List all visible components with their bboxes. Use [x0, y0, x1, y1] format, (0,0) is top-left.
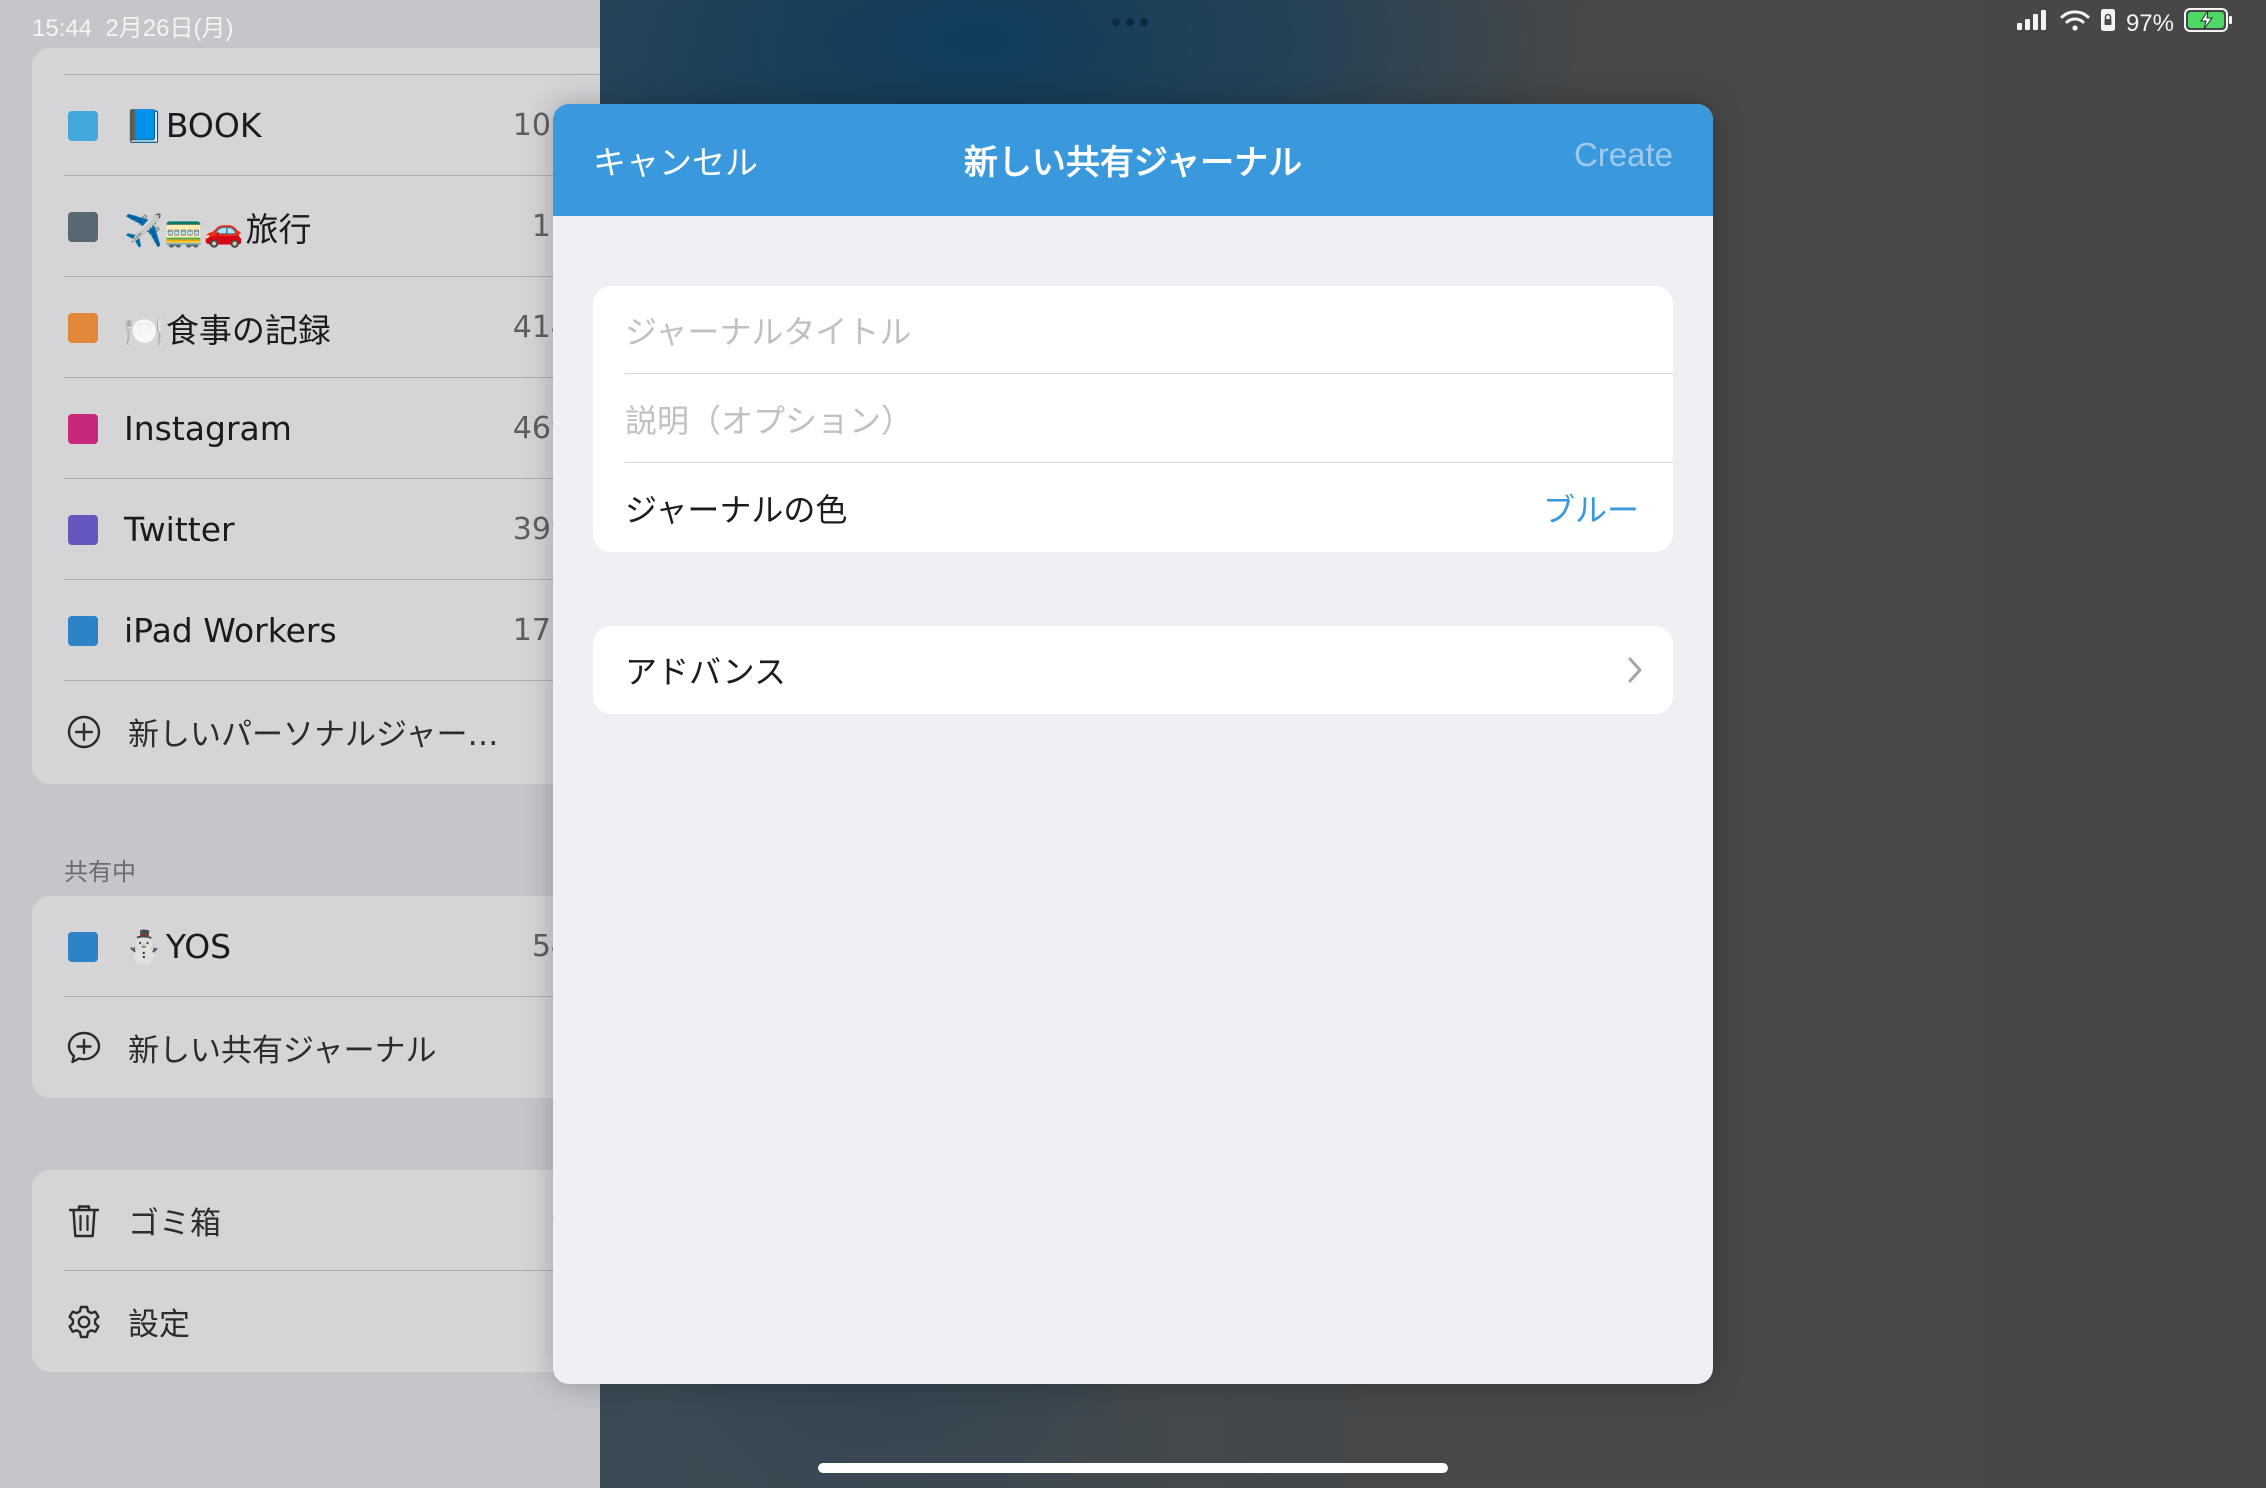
multitasking-dots[interactable] [1112, 18, 1148, 26]
home-indicator[interactable] [818, 1463, 1448, 1473]
trash-label: ゴミ箱 [128, 1206, 221, 1242]
orientation-lock-icon [2100, 8, 2116, 39]
journal-description-field[interactable]: 説明（オプション） [593, 375, 1673, 463]
wifi-icon [2060, 9, 2090, 38]
plate-emoji-icon: 🍽️ [124, 311, 164, 350]
advanced-group: アドバンス [593, 626, 1673, 714]
advanced-row[interactable]: アドバンス [593, 626, 1673, 714]
status-time: 15:44 [32, 15, 93, 42]
journal-color-label: ジャーナルの色 [625, 491, 848, 529]
journal-color-swatch [68, 615, 98, 646]
status-bar-clock: 15:44 2月26日(月) [32, 8, 233, 43]
journal-color-value[interactable]: ブルー [1543, 485, 1639, 531]
settings-row[interactable]: 設定 [32, 1271, 600, 1372]
trash-icon [64, 1201, 104, 1241]
journal-color-swatch [68, 110, 98, 141]
snowman-emoji-icon: ⛄ [124, 928, 164, 966]
battery-charging-icon [2184, 8, 2234, 39]
sheet-navigation-bar: キャンセル 新しい共有ジャーナル Create [553, 104, 1713, 216]
sheet-title: 新しい共有ジャーナル [963, 143, 1303, 183]
journal-row-yos[interactable]: ⛄YOS 54 [32, 896, 600, 997]
journal-description-placeholder: 説明（オプション） [625, 402, 914, 440]
journal-color-swatch [68, 413, 98, 444]
shared-section-header: 共有中 [64, 858, 136, 886]
journal-label: iPad Workers [124, 611, 337, 650]
personal-journals-card: 📘BOOK 108 ✈️🚃🚗旅行 13 🍽️食事の記録 414 Instagra… [32, 48, 600, 784]
plus-circle-icon [64, 712, 104, 752]
journal-label: BOOK [165, 106, 262, 145]
journal-row-twitter[interactable]: Twitter 399 [32, 479, 600, 580]
journal-row-instagram[interactable]: Instagram 469 [32, 378, 600, 479]
shared-journals-card: ⛄YOS 54 新しい共有ジャーナル [32, 896, 600, 1098]
chevron-right-icon [1627, 656, 1643, 688]
journal-label: Instagram [124, 409, 292, 448]
book-emoji-icon: 📘 [124, 107, 164, 145]
journal-color-swatch [68, 514, 98, 545]
new-personal-journal-button[interactable]: 新しいパーソナルジャー… [32, 681, 600, 782]
journal-details-group: ジャーナルタイトル 説明（オプション） ジャーナルの色 ブルー [593, 286, 1673, 552]
journal-row-book[interactable]: 📘BOOK 108 [32, 75, 600, 176]
settings-label: 設定 [128, 1307, 190, 1343]
journal-row-ipad-workers[interactable]: iPad Workers 172 [32, 580, 600, 681]
cellular-signal-icon [2016, 9, 2050, 38]
speech-bubble-plus-icon [64, 1028, 104, 1068]
create-button[interactable]: Create [1574, 136, 1673, 174]
gear-icon [64, 1302, 104, 1342]
status-bar-indicators: 97% [2016, 8, 2234, 39]
journal-label: YOS [165, 927, 232, 966]
new-shared-journal-label: 新しい共有ジャーナル [128, 1033, 437, 1069]
status-date: 2月26日(月) [105, 15, 234, 42]
sidebar: 📘BOOK 108 ✈️🚃🚗旅行 13 🍽️食事の記録 414 Instagra… [0, 0, 600, 1488]
journal-row-travel[interactable]: ✈️🚃🚗旅行 13 [32, 176, 600, 277]
journal-label: Twitter [124, 510, 235, 549]
journal-color-swatch [68, 931, 98, 962]
journal-label: 食事の記録 [165, 310, 331, 350]
trash-row[interactable]: ゴミ箱 0 [32, 1170, 600, 1271]
journal-title-placeholder: ジャーナルタイトル [625, 313, 912, 351]
new-personal-journal-label: 新しいパーソナルジャー… [128, 717, 499, 753]
advanced-label: アドバンス [625, 653, 786, 691]
journal-row-meals[interactable]: 🍽️食事の記録 414 [32, 277, 600, 378]
journal-color-swatch [68, 211, 98, 242]
journal-label: 旅行 [245, 209, 312, 249]
journal-color-row[interactable]: ジャーナルの色 ブルー [593, 464, 1673, 552]
list-top-edge [32, 48, 600, 75]
new-shared-journal-button[interactable]: 新しい共有ジャーナル [32, 997, 600, 1098]
new-shared-journal-sheet: キャンセル 新しい共有ジャーナル Create ジャーナルタイトル 説明（オプシ… [553, 104, 1713, 1384]
journal-title-field[interactable]: ジャーナルタイトル [593, 286, 1673, 374]
battery-percentage: 97% [2125, 9, 2174, 37]
journal-color-swatch [68, 312, 98, 343]
travel-emoji-icon: ✈️🚃🚗 [124, 210, 244, 249]
utility-card: ゴミ箱 0 設定 [32, 1170, 600, 1372]
